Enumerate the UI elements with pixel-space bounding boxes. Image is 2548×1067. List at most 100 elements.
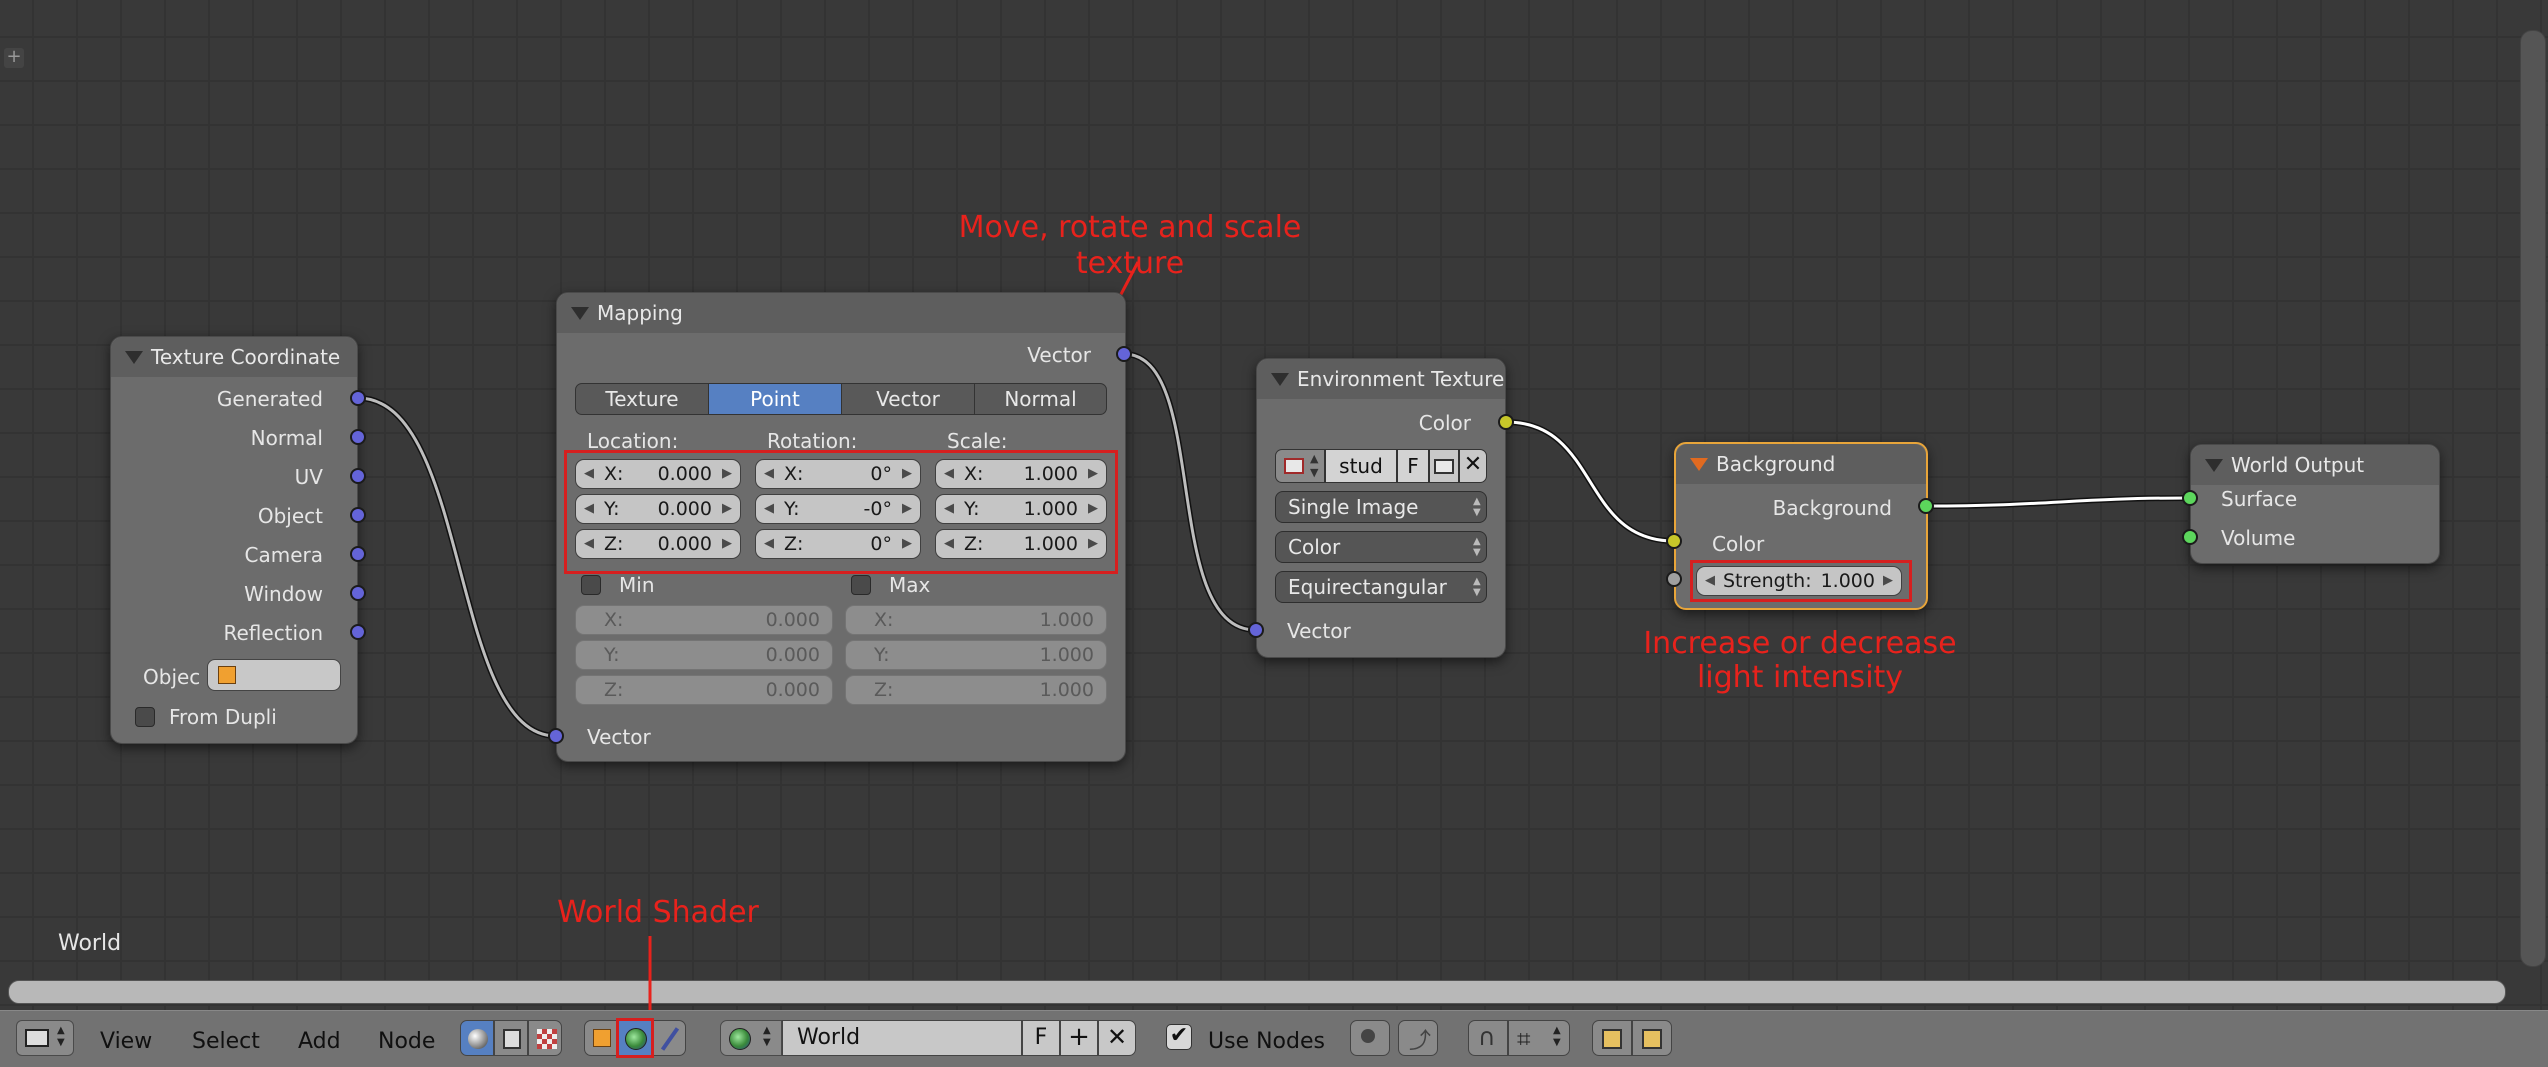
open-image-button[interactable] <box>1429 449 1459 483</box>
socket-env-in-vector[interactable] <box>1248 622 1264 638</box>
texture-button[interactable] <box>528 1020 562 1056</box>
menu-select[interactable]: Select <box>192 1028 260 1056</box>
shader-ball-icon <box>468 1029 488 1049</box>
max-x-field: X:1.000 <box>845 605 1107 635</box>
menu-node[interactable]: Node <box>378 1028 435 1056</box>
input-label-surface: Surface <box>2221 485 2297 513</box>
shader-linestyle-button[interactable] <box>652 1020 686 1056</box>
socket-world-surface[interactable] <box>2182 490 2198 506</box>
output-label-object: Object <box>258 502 323 530</box>
input-label-color: Color <box>1712 530 1764 558</box>
collapse-triangle-icon[interactable] <box>125 351 143 364</box>
socket-world-volume[interactable] <box>2182 529 2198 545</box>
tab-normal[interactable]: Normal <box>974 383 1107 415</box>
source-dropdown[interactable]: Single Image <box>1275 491 1487 523</box>
collapse-triangle-icon[interactable] <box>2205 459 2223 472</box>
editor-type-button[interactable]: ▲▼ <box>16 1020 74 1056</box>
checkmark-icon: ✔ <box>1170 1023 1188 1048</box>
image-browse-button[interactable]: ▲▼ <box>1275 449 1325 483</box>
shader-type-object-button[interactable] <box>460 1020 494 1056</box>
chevron-updown-icon: ▲▼ <box>57 1025 65 1049</box>
pin-icon <box>1361 1029 1375 1043</box>
environment-texture-node[interactable]: Environment Texture Color ▲▼ stud F ✕ Si… <box>1256 358 1506 658</box>
node-header[interactable]: World Output <box>2191 445 2439 485</box>
pin-button[interactable] <box>1350 1020 1390 1056</box>
socket-background-in-color[interactable] <box>1666 533 1682 549</box>
world-name-field[interactable]: World <box>782 1020 1022 1056</box>
socket-uv[interactable] <box>350 468 366 484</box>
texture-coordinate-node[interactable]: Texture Coordinate Generated Normal UV O… <box>110 336 358 744</box>
mapping-type-tabs: Texture Point Vector Normal <box>575 383 1107 415</box>
collapse-triangle-icon[interactable] <box>1271 373 1289 386</box>
use-nodes-checkbox[interactable]: ✔ <box>1166 1024 1192 1050</box>
collapse-triangle-icon[interactable] <box>1690 458 1708 471</box>
close-icon: ✕ <box>1107 1023 1127 1051</box>
image-name-field[interactable]: stud <box>1325 449 1397 483</box>
object-field-label: Objec <box>143 663 200 691</box>
input-label-vector: Vector <box>587 723 651 751</box>
node-editor-icon <box>25 1029 49 1047</box>
paste-icon <box>1642 1029 1662 1049</box>
color-space-dropdown[interactable]: Color <box>1275 531 1487 563</box>
socket-window[interactable] <box>350 585 366 601</box>
compositing-button[interactable] <box>494 1020 528 1056</box>
projection-dropdown[interactable]: Equirectangular <box>1275 571 1487 603</box>
node-header[interactable]: Environment Texture <box>1257 359 1505 399</box>
copy-nodes-button[interactable] <box>1592 1020 1632 1056</box>
collapse-triangle-icon[interactable] <box>571 307 589 320</box>
socket-normal[interactable] <box>350 429 366 445</box>
max-y-field: Y:1.000 <box>845 640 1107 670</box>
auto-offset-button[interactable]: ∩ <box>1468 1020 1508 1056</box>
chevron-updown-icon: ▲▼ <box>763 1025 771 1049</box>
annotation-strength-line1: Increase or decrease <box>1630 626 1970 662</box>
world-fake-user-button[interactable]: F <box>1022 1020 1060 1056</box>
world-output-node[interactable]: World Output Surface Volume <box>2190 444 2440 564</box>
annotation-strength-line2: light intensity <box>1630 660 1970 696</box>
socket-background-in-strength[interactable] <box>1666 571 1682 587</box>
world-browse-button[interactable]: ▲▼ <box>720 1020 782 1056</box>
socket-mapping-in-vector[interactable] <box>548 728 564 744</box>
image-datablock: ▲▼ stud F ✕ <box>1275 449 1487 483</box>
tab-point[interactable]: Point <box>708 383 842 415</box>
input-label-vector: Vector <box>1287 617 1351 645</box>
socket-camera[interactable] <box>350 546 366 562</box>
output-label-color: Color <box>1419 409 1471 437</box>
min-checkbox[interactable] <box>581 575 601 595</box>
unlink-image-button[interactable]: ✕ <box>1459 449 1487 483</box>
max-checkbox[interactable] <box>851 575 871 595</box>
output-label-normal: Normal <box>251 424 323 452</box>
area-label: World <box>58 930 121 958</box>
snap-button[interactable]: ⌗ ▲▼ <box>1508 1020 1570 1056</box>
snap-grid-icon: ⌗ <box>1517 1025 1531 1053</box>
node-header[interactable]: Background <box>1676 444 1926 484</box>
socket-background-out[interactable] <box>1918 498 1934 514</box>
socket-reflection[interactable] <box>350 624 366 640</box>
browse-arrows-icon: ▲▼ <box>1310 452 1318 480</box>
cube-icon <box>593 1029 611 1047</box>
socket-mapping-out-vector[interactable] <box>1116 346 1132 362</box>
socket-env-out-color[interactable] <box>1498 414 1514 430</box>
go-parent-button[interactable]: ⤴ <box>1398 1020 1438 1056</box>
dropdown-arrows-icon: ▲▼ <box>1473 576 1481 598</box>
object-cube-icon <box>218 666 236 684</box>
fake-user-button[interactable]: F <box>1397 449 1429 483</box>
tab-vector[interactable]: Vector <box>841 383 975 415</box>
annotation-box-mapping-values <box>564 450 1118 574</box>
new-world-button[interactable]: + <box>1060 1020 1098 1056</box>
node-title: Texture Coordinate <box>151 337 340 377</box>
menu-view[interactable]: View <box>100 1028 152 1056</box>
dropdown-arrows-icon: ▲▼ <box>1473 536 1481 558</box>
socket-object[interactable] <box>350 507 366 523</box>
paste-nodes-button[interactable] <box>1632 1020 1672 1056</box>
unlink-world-button[interactable]: ✕ <box>1098 1020 1136 1056</box>
node-header[interactable]: Mapping <box>557 293 1125 333</box>
tab-texture[interactable]: Texture <box>575 383 709 415</box>
node-header[interactable]: Texture Coordinate <box>111 337 357 377</box>
shader-object-button[interactable] <box>584 1020 618 1056</box>
magnet-icon: ∩ <box>1478 1023 1496 1051</box>
socket-generated[interactable] <box>350 390 366 406</box>
input-label-volume: Volume <box>2221 524 2295 552</box>
object-field[interactable] <box>207 659 341 691</box>
from-dupli-checkbox[interactable] <box>135 707 155 727</box>
menu-add[interactable]: Add <box>298 1028 341 1056</box>
